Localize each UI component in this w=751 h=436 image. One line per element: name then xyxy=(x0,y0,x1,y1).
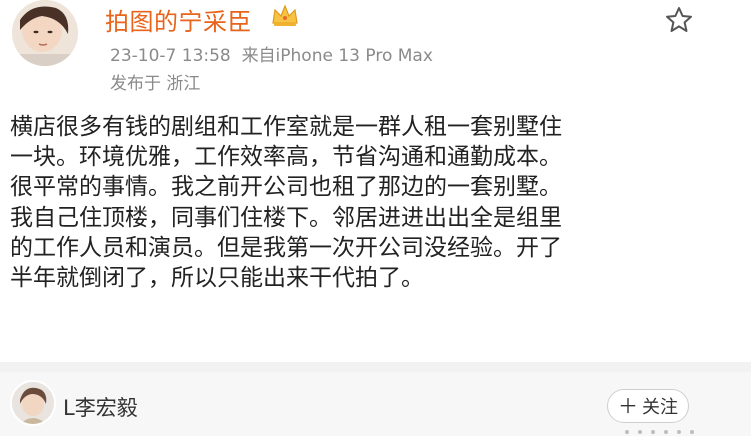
post-header: 拍图的宁采臣 23-10-7 13:58 来自iPhone 13 Pro Max… xyxy=(0,0,751,100)
follow-button[interactable]: ＋ 关注 xyxy=(607,389,689,423)
page-indicator xyxy=(625,430,694,434)
related-user-bar: L李宏毅 ＋ 关注 xyxy=(0,372,751,436)
indicator-dot xyxy=(690,430,694,434)
follow-label: 关注 xyxy=(642,397,678,418)
commenter-name[interactable]: L李宏毅 xyxy=(63,392,138,422)
indicator-dot xyxy=(625,430,629,434)
section-divider xyxy=(0,362,751,372)
post-body-line: 的工作人员和演员。但是我第一次开公司没经验。开了 xyxy=(10,234,562,261)
post-body: 横店很多有钱的剧组和工作室就是一群人租一套别墅住 一块。环境优雅，工作效率高，节… xyxy=(10,112,710,293)
post-timestamp: 23-10-7 13:58 xyxy=(110,46,231,66)
star-icon[interactable] xyxy=(664,5,694,35)
post-source: 来自iPhone 13 Pro Max xyxy=(241,46,433,66)
post-meta: 23-10-7 13:58 来自iPhone 13 Pro Max xyxy=(110,41,433,66)
post-body-line: 横店很多有钱的剧组和工作室就是一群人租一套别墅住 xyxy=(10,114,562,140)
author-name[interactable]: 拍图的宁采臣 xyxy=(105,2,252,37)
author-avatar[interactable] xyxy=(12,0,78,66)
indicator-dot xyxy=(638,430,642,434)
indicator-dot xyxy=(651,430,655,434)
post-body-line: 很平常的事情。我之前开公司也租了那边的一套别墅。 xyxy=(10,174,562,201)
post-body-line: 半年就倒闭了，所以只能出来干代拍了。 xyxy=(10,265,424,292)
indicator-dot xyxy=(677,430,681,434)
post-body-line: 一块。环境优雅，工作效率高，节省沟通和通勤成本。 xyxy=(10,144,562,171)
crown-icon xyxy=(270,2,300,28)
plus-icon: ＋ xyxy=(618,394,638,418)
post-body-line: 我自己住顶楼，同事们住楼下。邻居进进出出全是组里 xyxy=(10,204,562,231)
indicator-dot xyxy=(664,430,668,434)
commenter-avatar[interactable] xyxy=(10,380,56,426)
post-location: 发布于 浙江 xyxy=(110,74,201,94)
